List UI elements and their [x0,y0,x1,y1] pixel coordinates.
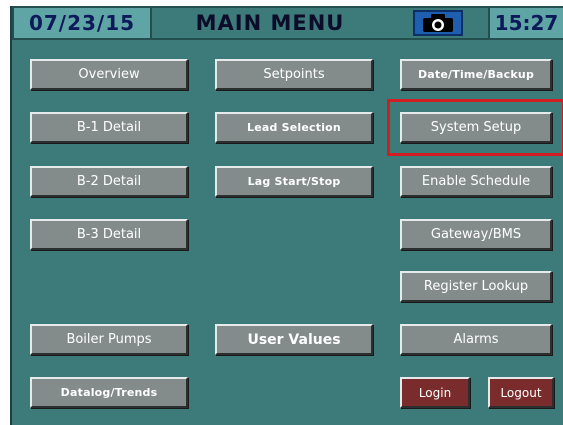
selection-highlight [387,99,563,156]
gateway-bms-button[interactable]: Gateway/BMS [400,219,552,250]
time-display: 15:27 [488,6,563,40]
register-lookup-button[interactable]: Register Lookup [400,271,552,302]
b3-detail-button[interactable]: B-3 Detail [30,219,188,250]
page-title: MAIN MENU [152,6,388,40]
overview-button[interactable]: Overview [30,59,188,90]
b2-detail-button[interactable]: B-2 Detail [30,166,188,197]
alarms-button[interactable]: Alarms [400,324,552,355]
lead-selection-button[interactable]: Lead Selection [215,112,373,143]
setpoints-button[interactable]: Setpoints [215,59,373,90]
enable-schedule-button[interactable]: Enable Schedule [400,166,552,197]
b1-detail-button[interactable]: B-1 Detail [30,112,188,143]
lag-start-stop-button[interactable]: Lag Start/Stop [215,166,373,197]
user-values-button[interactable]: User Values [215,324,373,355]
hmi-screen: 07/23/15 MAIN MENU 15:27 Overview B-1 De… [10,6,563,425]
boiler-pumps-button[interactable]: Boiler Pumps [30,324,188,355]
logout-button[interactable]: Logout [488,377,554,408]
datalog-trends-button[interactable]: Datalog/Trends [30,377,188,408]
camera-icon [413,10,463,36]
date-time-backup-button[interactable]: Date/Time/Backup [400,59,552,90]
screenshot-button[interactable] [388,6,488,40]
login-button[interactable]: Login [400,377,470,408]
date-display: 07/23/15 [12,6,152,40]
